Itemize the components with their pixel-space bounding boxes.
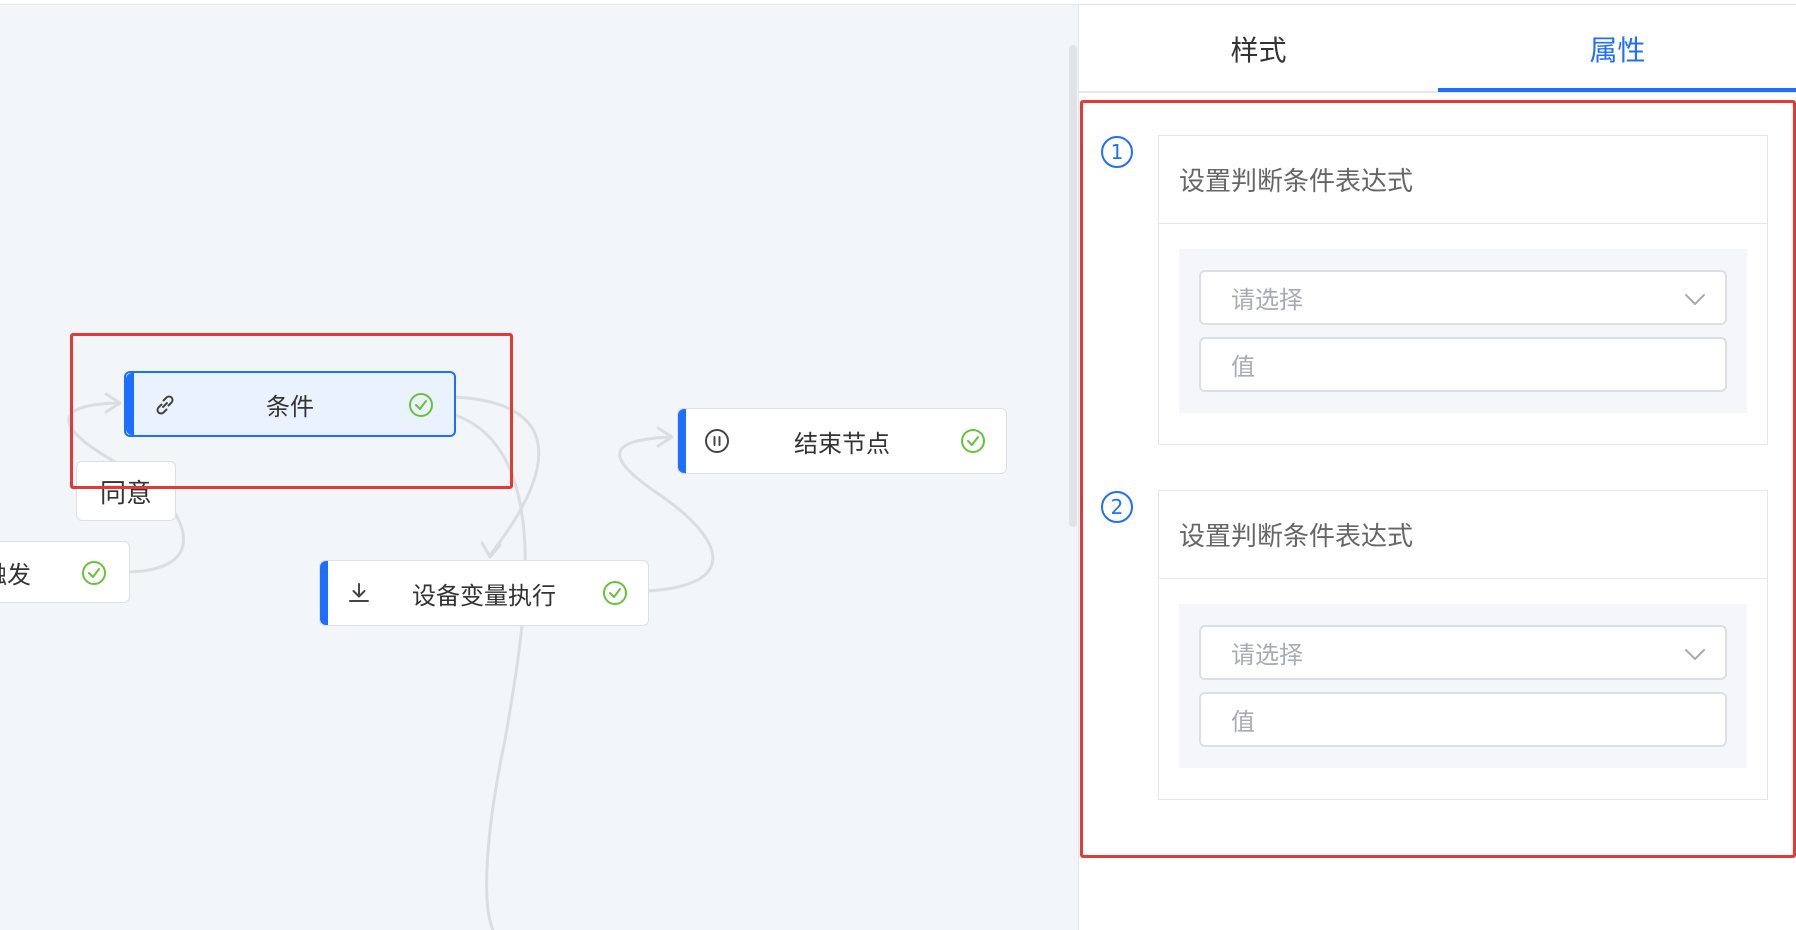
panel-tabs: 样式 属性 (1079, 5, 1796, 93)
check-circle-icon (603, 581, 627, 605)
condition-select[interactable]: 请选择 (1199, 625, 1727, 680)
condition-title: 设置判断条件表达式 (1159, 136, 1767, 224)
active-tab-indicator (1438, 88, 1796, 92)
select-placeholder: 请选择 (1231, 641, 1303, 669)
condition-body: 请选择 值 (1179, 604, 1747, 768)
check-circle-icon (409, 393, 433, 417)
condition-index-badge: 1 (1101, 136, 1133, 168)
input-placeholder: 值 (1231, 353, 1255, 381)
tab-style[interactable]: 样式 (1079, 5, 1438, 93)
tab-properties[interactable]: 属性 (1438, 5, 1796, 93)
canvas-scrollbar[interactable] (1069, 45, 1077, 527)
node-label: 触发 (0, 560, 31, 589)
chevron-down-icon (1685, 649, 1705, 660)
input-placeholder: 值 (1231, 708, 1255, 736)
flow-node-condition[interactable]: 条件 (124, 371, 456, 437)
edge-condition-down (453, 413, 527, 930)
flow-canvas[interactable]: 触发 条件 同意 结束节点 (0, 5, 1078, 930)
condition-title: 设置判断条件表达式 (1159, 491, 1767, 579)
condition-card: 设置判断条件表达式 请选择 值 (1158, 490, 1768, 800)
condition-index-badge: 2 (1101, 491, 1133, 523)
check-circle-icon (82, 561, 106, 585)
node-label: 设备变量执行 (412, 581, 556, 610)
condition-value-input[interactable]: 值 (1199, 692, 1727, 747)
condition-select[interactable]: 请选择 (1199, 270, 1727, 325)
flow-node-end[interactable]: 结束节点 (677, 408, 1007, 474)
node-label: 结束节点 (794, 429, 890, 458)
node-label: 条件 (266, 392, 314, 421)
flow-node-device-variable[interactable]: 设备变量执行 (319, 560, 649, 626)
edge-label-agree[interactable]: 同意 (76, 461, 176, 521)
condition-body: 请选择 值 (1179, 249, 1747, 413)
chevron-down-icon (1685, 294, 1705, 305)
condition-value-input[interactable]: 值 (1199, 337, 1727, 392)
select-placeholder: 请选择 (1231, 286, 1303, 314)
check-circle-icon (961, 429, 985, 453)
flow-node-trigger[interactable]: 触发 (0, 541, 130, 603)
condition-card: 设置判断条件表达式 请选择 值 (1158, 135, 1768, 445)
